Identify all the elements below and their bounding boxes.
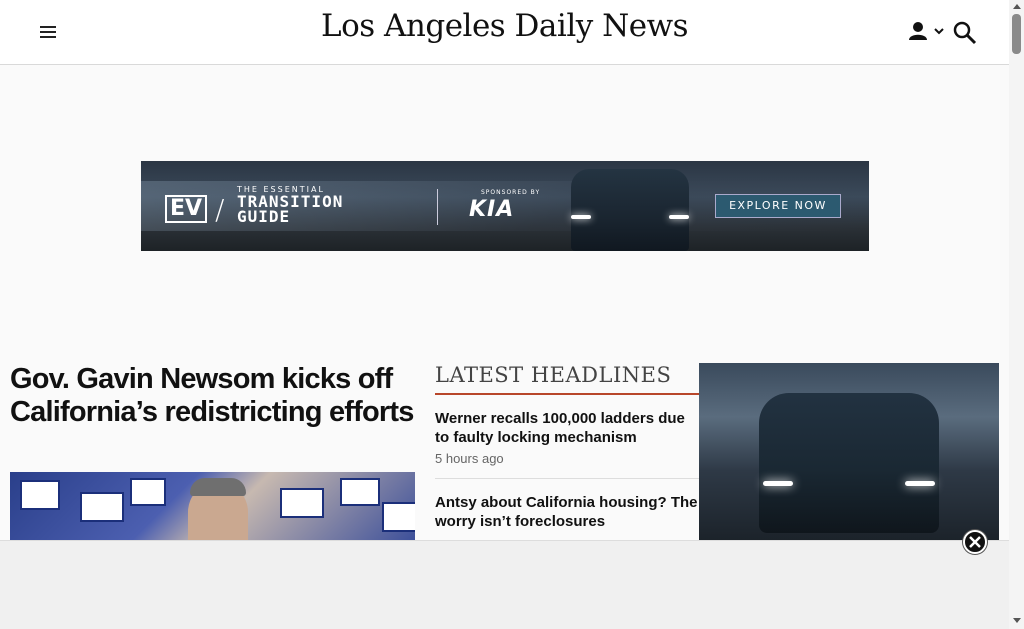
scroll-down-arrow-icon[interactable]: [1013, 618, 1021, 623]
image-sign: [130, 478, 166, 506]
ad-title-line2: GUIDE: [237, 207, 291, 226]
image-sign: [20, 480, 60, 510]
latest-headlines-title: LATEST HEADLINES: [435, 363, 699, 395]
sticky-bottom-ad: [0, 540, 1009, 629]
news-timestamp: 5 hours ago: [435, 451, 504, 466]
list-item: Werner recalls 100,000 ladders due to fa…: [435, 395, 699, 479]
lead-story-headline[interactable]: Gov. Gavin Newsom kicks off California’s…: [10, 363, 420, 429]
image-sign: [80, 492, 124, 522]
ad-ev-badge: EV: [165, 195, 208, 223]
image-sign: [340, 478, 380, 506]
ad-divider: [437, 189, 438, 225]
user-icon: [909, 22, 944, 40]
news-headline-link[interactable]: Antsy about California housing? The worr…: [435, 493, 699, 531]
latest-headlines-section: LATEST HEADLINES Werner recalls 100,000 …: [435, 363, 699, 543]
image-sign: [382, 502, 415, 532]
search-icon: [953, 21, 977, 45]
side-advertisement[interactable]: [699, 363, 999, 543]
ad-sponsored-by: SPONSORED BY: [481, 189, 541, 196]
image-person-hair: [190, 478, 246, 496]
scrollbar-thumb[interactable]: [1012, 14, 1021, 54]
vertical-scrollbar[interactable]: [1009, 0, 1024, 629]
image-sign: [280, 488, 324, 518]
close-icon: [969, 536, 981, 548]
ad-car-image: [571, 169, 689, 251]
close-ad-button[interactable]: [963, 530, 987, 554]
ad-brand-logo: KIA: [469, 197, 515, 222]
top-advertisement-banner[interactable]: EV / THE ESSENTIAL TRANSITION GUIDE SPON…: [141, 161, 869, 251]
search-button[interactable]: [952, 20, 978, 46]
lead-story-image[interactable]: [10, 472, 415, 542]
page: Los Angeles Daily News EV / THE ESSENTIA…: [0, 0, 1024, 629]
ad-slash-divider: /: [215, 193, 225, 226]
ad-explore-now-button[interactable]: EXPLORE NOW: [715, 194, 841, 218]
side-ad-car-image: [759, 393, 939, 533]
site-header: Los Angeles Daily News: [0, 0, 1009, 65]
user-account-button[interactable]: [908, 20, 948, 44]
site-masthead[interactable]: Los Angeles Daily News: [0, 8, 1009, 44]
news-headline-link[interactable]: Werner recalls 100,000 ladders due to fa…: [435, 409, 699, 447]
scroll-up-arrow-icon[interactable]: [1013, 4, 1021, 9]
ad-title: TRANSITION GUIDE: [237, 194, 343, 226]
list-item: Antsy about California housing? The worr…: [435, 479, 699, 543]
